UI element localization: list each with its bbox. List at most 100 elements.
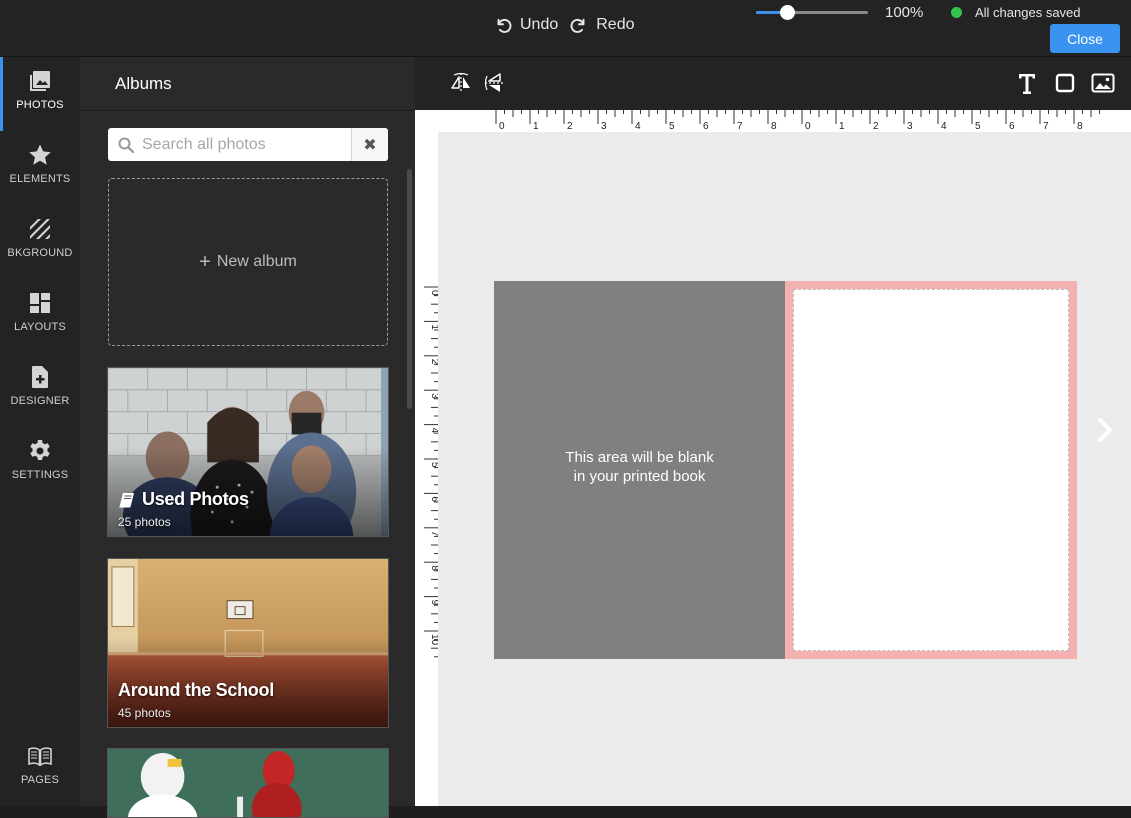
editor-toolbar [415, 57, 1131, 110]
left-nav: PHOTOS ELEMENTS BKGROUND LAYOUTS DESIGNE… [0, 57, 80, 806]
ruler-label: 8 [429, 565, 438, 571]
ruler-label: 5 [975, 121, 981, 132]
undo-icon [497, 18, 512, 33]
ruler-label: 4 [941, 121, 947, 132]
nav-item-background[interactable]: BKGROUND [0, 205, 80, 279]
nav-item-designer[interactable]: DESIGNER [0, 353, 80, 427]
ruler-label: 10 [429, 634, 438, 646]
ruler-top-scale: 0 1 2 3 4 5 6 7 8 0 1 2 3 4 5 6 7 8 [495, 110, 1100, 132]
ruler-label: 5 [669, 121, 675, 132]
redo-button[interactable]: Redo [570, 16, 635, 34]
albums-scrollbar[interactable] [407, 169, 412, 409]
layouts-grid-icon [30, 293, 50, 313]
new-album-button[interactable]: + New album [108, 178, 388, 346]
album-name: Around the School [118, 680, 274, 701]
redo-icon [570, 18, 585, 33]
nav-item-elements[interactable]: ELEMENTS [0, 131, 80, 205]
right-page[interactable] [785, 281, 1077, 659]
nav-item-photos[interactable]: PHOTOS [0, 57, 80, 131]
ruler-label: 6 [1009, 121, 1015, 132]
gear-icon [30, 440, 50, 460]
text-tool-icon [1019, 74, 1035, 94]
book-icon [119, 492, 134, 507]
plus-icon: + [199, 250, 211, 273]
image-tool-button[interactable] [1091, 72, 1115, 94]
open-book-icon [28, 747, 52, 767]
photos-icon [30, 71, 50, 91]
ruler-label: 2 [567, 121, 573, 132]
clear-search-button[interactable]: ✖ [351, 128, 388, 161]
ruler-label: 2 [429, 359, 438, 365]
album-card-used-photos[interactable]: Used Photos 25 photos [107, 367, 389, 537]
background-stripes-icon [30, 219, 50, 239]
save-status: All changes saved [951, 5, 1081, 20]
undo-button[interactable]: Undo [494, 16, 558, 34]
nav-label-layouts: LAYOUTS [14, 321, 66, 333]
star-icon [29, 144, 51, 165]
nav-item-layouts[interactable]: LAYOUTS [0, 279, 80, 353]
redo-label: Redo [596, 16, 635, 33]
ruler-label: 3 [907, 121, 913, 132]
flip-horizontal-button[interactable] [450, 72, 472, 94]
ruler-label: 1 [839, 121, 845, 132]
ruler-label: 0 [805, 121, 811, 132]
zoom-slider[interactable] [756, 5, 868, 20]
search-input[interactable] [142, 128, 350, 161]
ruler-label: 0 [499, 121, 505, 132]
left-page-notice: This area will be blank in your printed … [565, 449, 714, 485]
undo-redo-group: Undo Redo [494, 16, 635, 34]
ruler-corner [415, 110, 438, 132]
text-tool-button[interactable] [1016, 72, 1038, 94]
close-icon: ✖ [363, 136, 377, 154]
image-tool-icon [1091, 73, 1115, 93]
zoom-slider-handle[interactable] [780, 5, 796, 20]
shape-tool-icon [1055, 73, 1075, 93]
zoom-value: 100% [885, 4, 924, 21]
top-bar: Undo Redo 100% All changes saved Close [0, 0, 1131, 57]
shape-tool-button[interactable] [1054, 72, 1076, 94]
flip-vertical-button[interactable] [484, 72, 506, 94]
ruler-label: 3 [601, 121, 607, 132]
ruler-label: 7 [1043, 121, 1049, 132]
albums-panel-title: Albums [115, 74, 172, 93]
designer-doc-plus-icon [32, 366, 48, 388]
next-page-button[interactable] [1094, 414, 1118, 446]
album-cover-image [108, 749, 388, 817]
save-status-text: All changes saved [975, 5, 1081, 20]
ruler-left-scale: 0 1 2 3 4 5 6 7 8 9 10 [424, 286, 440, 658]
albums-panel-header: Albums [80, 57, 415, 111]
album-photo-count: 45 photos [118, 706, 171, 720]
close-button[interactable]: Close [1050, 24, 1120, 53]
ruler-label: 4 [635, 121, 641, 132]
editor-canvas: This area will be blank in your printed … [438, 132, 1131, 806]
left-page-blank: This area will be blank in your printed … [494, 281, 785, 659]
ruler-label: 9 [429, 600, 438, 606]
flip-horizontal-icon [451, 72, 470, 93]
ruler-label: 1 [533, 121, 539, 132]
ruler-label: 5 [429, 462, 438, 468]
flip-vertical-icon [484, 73, 505, 92]
ruler-label: 7 [429, 531, 438, 537]
new-album-label: New album [216, 253, 297, 270]
ruler-left: 0 1 2 3 4 5 6 7 8 9 10 [415, 132, 440, 806]
search-icon [118, 137, 134, 153]
album-card-sports[interactable] [107, 748, 389, 818]
album-photo-count: 25 photos [118, 515, 171, 529]
album-name-text: Used Photos [142, 489, 249, 509]
ruler-label: 6 [703, 121, 709, 132]
status-dot-icon [951, 7, 962, 18]
ruler-label: 8 [771, 121, 777, 132]
nav-label-photos: PHOTOS [16, 99, 64, 111]
nav-item-settings[interactable]: SETTINGS [0, 427, 80, 501]
nav-label-settings: SETTINGS [11, 469, 69, 481]
right-page-print-area[interactable] [793, 289, 1069, 651]
ruler-label: 2 [873, 121, 879, 132]
album-name-text: Around the School [118, 680, 274, 700]
nav-label-pages: PAGES [20, 774, 60, 786]
undo-label: Undo [520, 16, 559, 33]
nav-label-designer: DESIGNER [10, 395, 70, 407]
ruler-label: 4 [429, 428, 438, 434]
nav-item-pages[interactable]: PAGES [0, 732, 80, 806]
album-card-around-the-school[interactable]: Around the School 45 photos [107, 558, 389, 728]
nav-label-background: BKGROUND [7, 247, 73, 259]
